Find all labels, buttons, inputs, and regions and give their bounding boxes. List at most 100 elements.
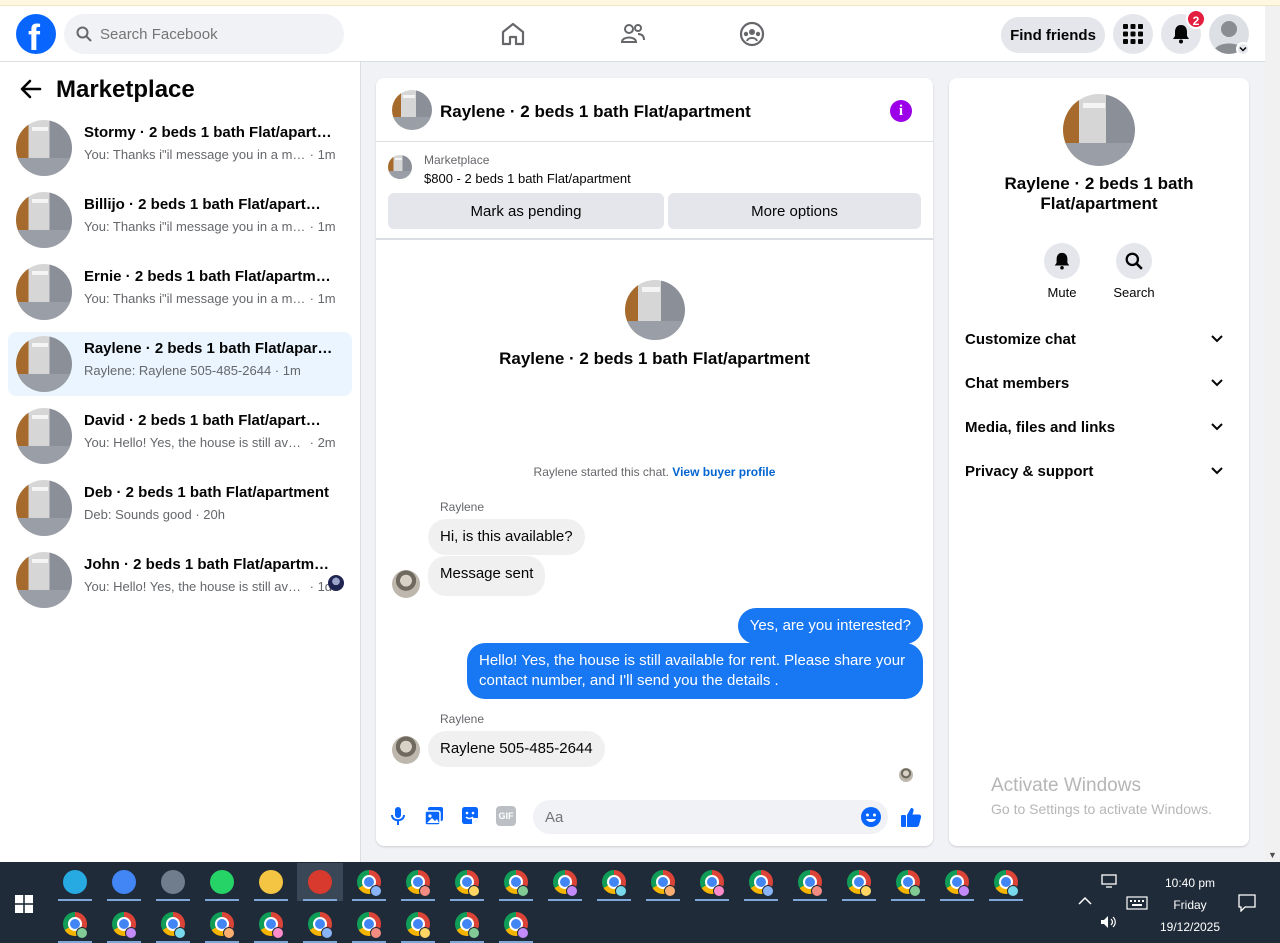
chat-header-title[interactable]: Raylene · 2 beds 1 bath Flat/apartment: [440, 102, 751, 122]
network-icon[interactable]: [1101, 874, 1119, 888]
taskbar-chrome-icon[interactable]: [689, 863, 735, 901]
thread-item[interactable]: Ernie · 2 beds 1 bath Flat/apartment You:…: [8, 260, 352, 324]
tray-chevron-up-icon[interactable]: [1078, 896, 1092, 906]
more-options-button[interactable]: More options: [668, 193, 921, 229]
taskbar-chrome-icon[interactable]: [395, 863, 441, 901]
info-avatar[interactable]: [1063, 94, 1135, 166]
taskbar-chrome-icon[interactable]: [346, 863, 392, 901]
listing-thumbnail: [16, 552, 72, 608]
media-files-links-section[interactable]: Media, files and links: [965, 406, 1233, 450]
message-bubble-incoming[interactable]: Message sent: [428, 556, 546, 596]
sender-name: Raylene: [440, 500, 485, 514]
taskbar-active-app-icon[interactable]: [297, 863, 343, 901]
thread-snippet: You: Hello! Yes, the house is still avai…: [84, 435, 336, 450]
taskbar-chrome-icon[interactable]: [444, 905, 490, 943]
taskbar-chrome-icon[interactable]: [346, 905, 392, 943]
action-center-icon[interactable]: [1238, 894, 1256, 912]
account-chevron-down-icon[interactable]: [1236, 42, 1250, 56]
taskbar-chrome-icon[interactable]: [297, 905, 343, 943]
listing-bar: Marketplace $800 - 2 beds 1 bath Flat/ap…: [376, 142, 933, 240]
info-icon[interactable]: i: [890, 100, 912, 122]
taskbar-chrome-icon[interactable]: [640, 863, 686, 901]
taskbar-clock[interactable]: 10:40 pm Friday 19/12/2025: [1150, 872, 1230, 938]
sticker-icon[interactable]: [460, 806, 480, 826]
page-title: Marketplace: [56, 76, 195, 103]
chat-header-avatar[interactable]: [392, 90, 432, 130]
customize-chat-section[interactable]: Customize chat: [965, 318, 1233, 362]
view-buyer-profile-link[interactable]: View buyer profile: [672, 465, 775, 479]
thread-time: 20h: [203, 507, 225, 522]
thumbs-up-icon[interactable]: [900, 806, 922, 828]
chat-members-section[interactable]: Chat members: [965, 362, 1233, 406]
taskbar-chrome-icon[interactable]: [738, 863, 784, 901]
thread-item[interactable]: David · 2 beds 1 bath Flat/apartment You:…: [8, 404, 352, 468]
mute-label: Mute: [1047, 285, 1077, 300]
taskbar-chrome-canary-icon[interactable]: [101, 863, 147, 901]
taskbar-chrome-icon[interactable]: [787, 863, 833, 901]
mark-as-pending-button[interactable]: Mark as pending: [388, 193, 664, 229]
thread-title: John · 2 beds 1 bath Flat/apartment: [84, 556, 334, 573]
thread-item[interactable]: Billijo · 2 beds 1 bath Flat/apartment Yo…: [8, 188, 352, 252]
listing-price[interactable]: $800 - 2 beds 1 bath Flat/apartment: [424, 171, 631, 186]
photo-icon[interactable]: [424, 806, 444, 826]
search-bar[interactable]: [64, 14, 344, 54]
listing-thumbnail: [16, 408, 72, 464]
taskbar-chrome-icon[interactable]: [542, 863, 588, 901]
search-action[interactable]: Search: [1104, 243, 1164, 300]
taskbar-whatsapp-icon[interactable]: [199, 863, 245, 901]
marketplace-sidebar: Marketplace Stormy · 2 beds 1 bath Flat/…: [0, 62, 361, 862]
listing-thumbnail[interactable]: [388, 155, 412, 179]
taskbar-chrome-icon[interactable]: [885, 863, 931, 901]
message-bubble-incoming[interactable]: Raylene 505-485-2644: [428, 731, 605, 767]
mute-action[interactable]: Mute: [1032, 243, 1092, 300]
sender-avatar[interactable]: [392, 570, 420, 598]
friends-icon[interactable]: [619, 20, 647, 48]
taskbar-chrome-icon[interactable]: [150, 905, 196, 943]
message-bubble-outgoing[interactable]: Hello! Yes, the house is still available…: [467, 643, 923, 699]
taskbar-chrome-icon[interactable]: [444, 863, 490, 901]
taskbar-vpn-icon[interactable]: [52, 863, 98, 901]
message-input[interactable]: [533, 800, 888, 834]
page-scrollbar[interactable]: ▼: [1265, 6, 1280, 862]
emoji-icon[interactable]: [861, 807, 881, 827]
taskbar-chrome-icon[interactable]: [52, 905, 98, 943]
taskbar-chrome-icon[interactable]: [983, 863, 1029, 901]
taskbar-chrome-icon[interactable]: [101, 905, 147, 943]
taskbar-files-icon[interactable]: [248, 863, 294, 901]
keyboard-icon[interactable]: [1126, 896, 1148, 910]
taskbar-chrome-icon[interactable]: [199, 905, 245, 943]
volume-icon[interactable]: [1100, 915, 1118, 929]
thread-time: 1m: [317, 219, 336, 234]
gif-icon[interactable]: GIF: [496, 806, 516, 826]
thread-item[interactable]: Deb · 2 beds 1 bath Flat/apartment Deb: S…: [8, 476, 352, 540]
taskbar-calculator-icon[interactable]: [150, 863, 196, 901]
taskbar-chrome-icon[interactable]: [836, 863, 882, 901]
message-bubble-incoming[interactable]: Hi, is this available?: [428, 519, 585, 555]
thread-item[interactable]: Raylene · 2 beds 1 bath Flat/apartment Ra…: [8, 332, 352, 396]
scroll-down-arrow-icon[interactable]: ▼: [1268, 850, 1277, 860]
home-icon[interactable]: [499, 20, 527, 48]
taskbar-chrome-icon[interactable]: [591, 863, 637, 901]
menu-button[interactable]: [1113, 14, 1153, 54]
windows-start-icon[interactable]: [15, 895, 33, 913]
facebook-logo[interactable]: f: [16, 14, 56, 58]
back-arrow-icon[interactable]: [20, 78, 42, 100]
thread-title: Stormy · 2 beds 1 bath Flat/apartment: [84, 124, 334, 141]
taskbar-chrome-icon[interactable]: [493, 905, 539, 943]
thread-item[interactable]: Stormy · 2 beds 1 bath Flat/apartment You…: [8, 116, 352, 180]
thread-title: Billijo · 2 beds 1 bath Flat/apartment: [84, 196, 334, 213]
taskbar-chrome-icon[interactable]: [934, 863, 980, 901]
privacy-support-section[interactable]: Privacy & support: [965, 450, 1233, 494]
taskbar-chrome-icon[interactable]: [248, 905, 294, 943]
taskbar-chrome-icon[interactable]: [395, 905, 441, 943]
sender-avatar[interactable]: [392, 736, 420, 764]
groups-icon[interactable]: [738, 20, 766, 48]
microphone-icon[interactable]: [388, 806, 408, 826]
thread-snippet: You: Thanks i"il message you in a moment…: [84, 219, 336, 234]
search-input[interactable]: [100, 14, 330, 54]
thread-item[interactable]: John · 2 beds 1 bath Flat/apartment You: …: [8, 548, 352, 612]
message-bubble-outgoing[interactable]: Yes, are you interested?: [737, 608, 923, 644]
taskbar-chrome-icon[interactable]: [493, 863, 539, 901]
thread-snippet: You: Thanks i"il message you in a moment…: [84, 291, 336, 306]
find-friends-button[interactable]: Find friends: [1001, 17, 1105, 53]
